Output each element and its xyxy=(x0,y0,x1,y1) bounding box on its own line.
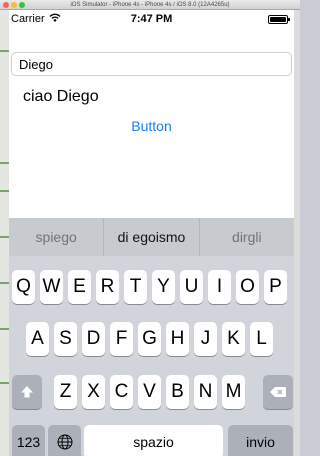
greeting-label: ciao Diego xyxy=(23,88,99,105)
key-g[interactable]: G xyxy=(138,322,161,356)
key-x[interactable]: X xyxy=(82,375,105,409)
background-window-left xyxy=(0,10,9,456)
numbers-key[interactable]: 123 xyxy=(12,425,45,456)
minimize-window-button[interactable] xyxy=(11,2,17,8)
battery-icon xyxy=(268,15,290,24)
key-m[interactable]: M xyxy=(222,375,245,409)
key-y[interactable]: Y xyxy=(152,270,175,304)
key-b[interactable]: B xyxy=(166,375,189,409)
window-title: iOS Simulator - iPhone 4s - iPhone 4s / … xyxy=(70,2,230,8)
suggestion-3[interactable]: dirgli xyxy=(198,218,294,256)
key-k[interactable]: K xyxy=(222,322,245,356)
key-u[interactable]: U xyxy=(180,270,203,304)
shift-key[interactable] xyxy=(12,375,42,409)
delete-key[interactable] xyxy=(263,375,293,409)
status-bar: Carrier 7:47 PM xyxy=(9,10,294,30)
key-h[interactable]: H xyxy=(166,322,189,356)
key-s[interactable]: S xyxy=(54,322,77,356)
suggestion-bar: spiego di egoismo dirgli xyxy=(9,218,294,256)
key-q[interactable]: Q xyxy=(12,270,35,304)
backspace-icon xyxy=(270,387,286,397)
key-o[interactable]: O xyxy=(236,270,259,304)
simulator-title-bar: iOS Simulator - iPhone 4s - iPhone 4s / … xyxy=(0,0,300,10)
return-key[interactable]: invio xyxy=(228,425,293,456)
battery-level xyxy=(270,17,286,22)
phone-screen: Carrier 7:47 PM ciao Diego Button spiego… xyxy=(9,10,294,456)
suggestion-2[interactable]: di egoismo xyxy=(103,218,198,256)
key-a[interactable]: A xyxy=(26,322,49,356)
globe-key[interactable] xyxy=(48,425,81,456)
zoom-window-button[interactable] xyxy=(19,2,25,8)
suggestion-1[interactable]: spiego xyxy=(9,218,103,256)
key-l[interactable]: L xyxy=(250,322,273,356)
action-button[interactable]: Button xyxy=(9,118,294,134)
close-window-button[interactable] xyxy=(3,2,9,8)
key-j[interactable]: J xyxy=(194,322,217,356)
key-c[interactable]: C xyxy=(110,375,133,409)
key-w[interactable]: W xyxy=(40,270,63,304)
shift-arrow-icon xyxy=(21,386,33,398)
key-r[interactable]: R xyxy=(96,270,119,304)
key-v[interactable]: V xyxy=(138,375,161,409)
space-key[interactable]: spazio xyxy=(84,425,223,456)
status-time: 7:47 PM xyxy=(130,13,173,25)
key-e[interactable]: E xyxy=(68,270,91,304)
key-n[interactable]: N xyxy=(194,375,217,409)
globe-icon xyxy=(57,434,72,450)
key-d[interactable]: D xyxy=(82,322,105,356)
keyboard: spiego di egoismo dirgli Q W E R T Y U I… xyxy=(9,218,294,456)
key-t[interactable]: T xyxy=(124,270,147,304)
background-window-right xyxy=(294,10,300,456)
key-i[interactable]: I xyxy=(208,270,231,304)
name-input[interactable] xyxy=(11,52,292,76)
key-f[interactable]: F xyxy=(110,322,133,356)
key-p[interactable]: P xyxy=(264,270,287,304)
key-z[interactable]: Z xyxy=(54,375,77,409)
